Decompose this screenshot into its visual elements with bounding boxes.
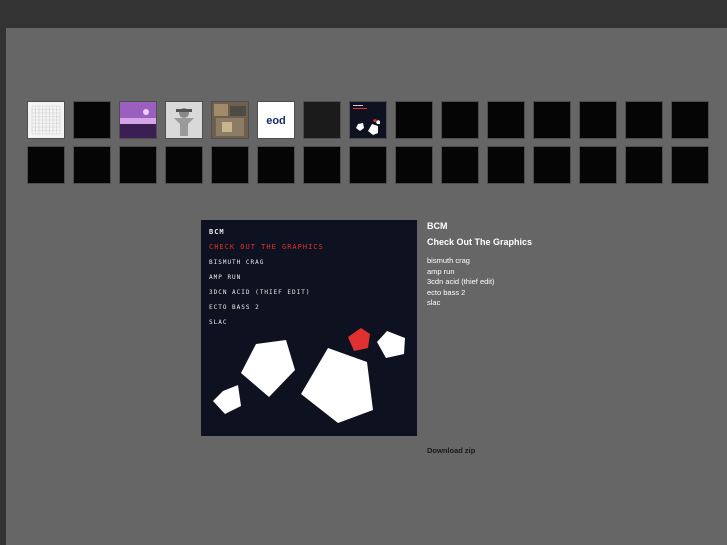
cover-pentagon (301, 348, 373, 423)
album-thumbnail[interactable] (211, 146, 249, 184)
cover-pentagon (241, 340, 295, 397)
album-info: BCM Check Out The Graphics bismuth crag … (427, 221, 707, 309)
album-art-image (488, 147, 524, 183)
album-art-image (442, 147, 478, 183)
album-art-image (534, 147, 570, 183)
cover-pentagon (213, 385, 241, 414)
album-thumbnail[interactable] (165, 101, 203, 139)
gallery-stage: eod BCM CHECK OUT THE GRAPHICS BISMUTH C… (6, 28, 727, 545)
album-art-image (120, 102, 156, 138)
album-thumbnail[interactable] (349, 146, 387, 184)
album-thumbnail[interactable] (625, 146, 663, 184)
cover-text-block: BCM CHECK OUT THE GRAPHICS BISMUTH CRAG … (209, 228, 324, 334)
album-thumbnail[interactable] (303, 101, 341, 139)
album-art-image (396, 102, 432, 138)
album-art-image (120, 147, 156, 183)
album-thumbnail[interactable] (73, 146, 111, 184)
album-thumbnail[interactable] (27, 101, 65, 139)
download-zip-link[interactable]: Download zip (427, 446, 475, 455)
album-art-image (626, 147, 662, 183)
album-art-image (28, 102, 64, 138)
album-art-image: eod (258, 102, 294, 138)
cover-title: CHECK OUT THE GRAPHICS (209, 243, 324, 251)
album-thumbnail[interactable] (119, 101, 157, 139)
album-art-image (74, 102, 110, 138)
album-thumbnail[interactable] (487, 101, 525, 139)
album-art-image (580, 147, 616, 183)
album-art-image (442, 102, 478, 138)
album-art-image (350, 102, 386, 138)
album-thumbnail[interactable]: eod (257, 101, 295, 139)
album-thumbnail[interactable] (533, 101, 571, 139)
album-thumbnail[interactable] (671, 101, 709, 139)
album-cover-large: BCM CHECK OUT THE GRAPHICS BISMUTH CRAG … (201, 220, 417, 436)
cover-track: BISMUTH CRAG (209, 259, 265, 266)
album-thumbnail[interactable] (165, 146, 203, 184)
album-art-image (672, 102, 708, 138)
album-art-image (350, 147, 386, 183)
album-thumbnail[interactable] (395, 101, 433, 139)
album-art-image (166, 102, 202, 138)
album-thumbnail[interactable] (73, 101, 111, 139)
album-art-image (28, 147, 64, 183)
album-thumbnail[interactable] (441, 101, 479, 139)
track-list-item: bismuth crag (427, 256, 470, 265)
album-art-image (304, 102, 340, 138)
album-thumbnail[interactable] (441, 146, 479, 184)
cover-track: ECTO BASS 2 (209, 304, 260, 311)
track-list-item: slac (427, 298, 441, 307)
cover-artist: BCM (209, 228, 225, 236)
album-thumbnail[interactable] (487, 146, 525, 184)
album-art-image (396, 147, 432, 183)
album-art-image (212, 147, 248, 183)
album-thumbnail[interactable] (671, 146, 709, 184)
album-thumbnail[interactable] (119, 146, 157, 184)
album-art-image (488, 102, 524, 138)
album-art-image (580, 102, 616, 138)
album-title: Check Out The Graphics (427, 237, 533, 247)
cover-track: SLAC (209, 319, 228, 326)
cover-track: 3DCN ACID (THIEF EDIT) (209, 289, 311, 296)
cover-track: AMP RUN (209, 274, 242, 281)
album-thumbnail[interactable] (303, 146, 341, 184)
cover-pentagon-red (348, 328, 370, 351)
album-thumbnail[interactable] (395, 146, 433, 184)
album-thumbnail[interactable] (625, 101, 663, 139)
album-thumbnail[interactable] (579, 146, 617, 184)
album-thumbnail[interactable] (533, 146, 571, 184)
cover-pentagon (377, 331, 405, 358)
album-art-image (258, 147, 294, 183)
album-thumbnail[interactable] (211, 101, 249, 139)
album-artist: BCM (427, 221, 448, 231)
album-thumbnail[interactable] (579, 101, 617, 139)
album-art-image (304, 147, 340, 183)
album-thumbnail[interactable] (27, 146, 65, 184)
svg-text:eod: eod (266, 115, 286, 127)
album-art-image (212, 102, 248, 138)
album-thumbnail[interactable] (257, 146, 295, 184)
album-art-image (166, 147, 202, 183)
album-art-image (74, 147, 110, 183)
album-thumbnail[interactable] (349, 101, 387, 139)
track-list-item: ecto bass 2 (427, 287, 466, 297)
album-art-image (672, 147, 708, 183)
track-list-item: amp run (427, 266, 455, 276)
album-art-image (626, 102, 662, 138)
track-list-item: 3cdn acid (thief edit) (427, 277, 495, 286)
album-art-image (534, 102, 570, 138)
album-thumbnail-grid: eod (27, 101, 717, 184)
